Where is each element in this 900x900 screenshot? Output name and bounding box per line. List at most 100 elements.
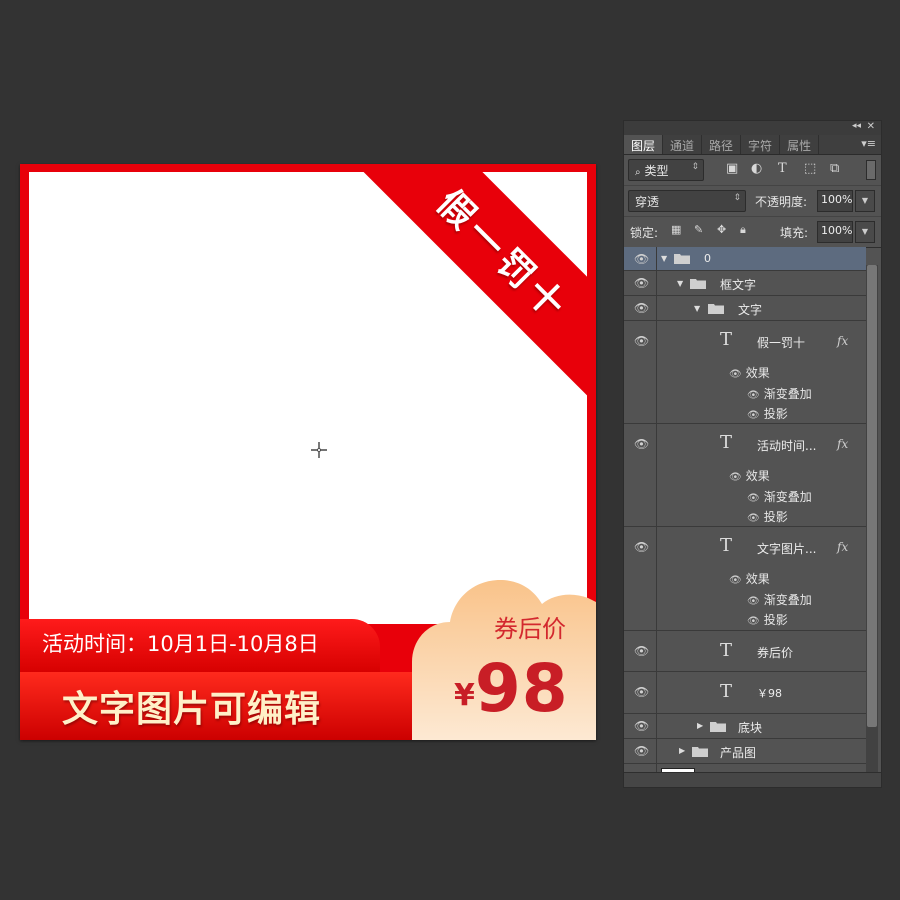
effect-name: 渐变叠加 bbox=[763, 490, 812, 504]
type-filter-icon[interactable]: T bbox=[778, 161, 787, 176]
layer-row-group-product[interactable]: 👁︎ ▶ 产品图 bbox=[624, 739, 866, 764]
corner-ribbon: 假一罚十 bbox=[355, 172, 587, 404]
layer-name: 假一罚十 bbox=[757, 336, 806, 350]
expand-triangle-icon[interactable]: ▼ bbox=[661, 254, 667, 263]
effect-gradient-overlay[interactable]: 👁︎ 渐变叠加 bbox=[747, 488, 812, 505]
shape-filter-icon[interactable]: ⬚ bbox=[804, 161, 816, 176]
layer-row-text-coupon[interactable]: 👁︎ T 券后价 bbox=[624, 631, 866, 672]
effects-row[interactable]: 👁︎ 效果 bbox=[729, 570, 770, 587]
visibility-eye-icon[interactable]: 👁︎ bbox=[634, 540, 649, 554]
lock-transparency-icon[interactable]: ▦ bbox=[671, 223, 681, 236]
folder-icon bbox=[690, 279, 706, 289]
panel-tabs: 图层 通道 路径 字符 属性 ▾≡ bbox=[624, 135, 881, 155]
layer-row-group-0[interactable]: 👁︎ ▼ 0 bbox=[624, 247, 866, 271]
visibility-eye-icon[interactable]: 👁︎ bbox=[634, 276, 649, 290]
effect-eye-icon[interactable]: 👁︎ bbox=[747, 493, 760, 504]
fx-icon[interactable]: fx bbox=[837, 437, 848, 451]
layer-row-text-price[interactable]: 👁︎ T ￥98 bbox=[624, 672, 866, 714]
visibility-eye-icon[interactable]: 👁︎ bbox=[634, 437, 649, 451]
tab-character[interactable]: 字符 bbox=[741, 135, 781, 154]
currency-symbol: ¥ bbox=[454, 678, 475, 713]
fx-icon[interactable]: fx bbox=[837, 334, 848, 348]
close-icon[interactable]: ✕ bbox=[867, 121, 875, 132]
tab-properties[interactable]: 属性 bbox=[780, 135, 820, 154]
tab-channels[interactable]: 通道 bbox=[663, 135, 703, 154]
price: ¥98 bbox=[454, 650, 569, 727]
visibility-eye-icon[interactable]: 👁︎ bbox=[634, 744, 649, 758]
visibility-eye-icon[interactable]: 👁︎ bbox=[634, 334, 649, 348]
expand-triangle-icon[interactable]: ▼ bbox=[677, 279, 683, 288]
effect-drop-shadow[interactable]: 👁︎ 投影 bbox=[747, 405, 788, 422]
layer-row-text-editable[interactable]: 👁︎ T 文字图片... fx 👁︎ 效果 👁︎ 渐变叠加 👁︎ 投影 bbox=[624, 527, 866, 631]
effect-eye-icon[interactable]: 👁︎ bbox=[729, 369, 742, 380]
smart-object-filter-icon[interactable]: ⧉ bbox=[830, 161, 839, 176]
lock-label: 锁定: bbox=[630, 226, 659, 240]
visibility-eye-icon[interactable]: 👁︎ bbox=[634, 252, 649, 266]
effect-name: 渐变叠加 bbox=[763, 387, 812, 401]
collapsed-triangle-icon[interactable]: ▶ bbox=[679, 746, 685, 755]
effects-row[interactable]: 👁︎ 效果 bbox=[729, 364, 770, 381]
scrollbar-thumb[interactable] bbox=[867, 265, 877, 727]
opacity-dropdown-arrow-icon[interactable]: ▼ bbox=[855, 190, 875, 212]
effect-eye-icon[interactable]: 👁︎ bbox=[747, 513, 760, 524]
visibility-eye-icon[interactable]: 👁︎ bbox=[634, 301, 649, 315]
layers-scrollbar[interactable] bbox=[866, 265, 878, 775]
layer-row-group-text[interactable]: 👁︎ ▼ 文字 bbox=[624, 296, 866, 321]
filter-row: ⌕ 类型 ⇕ ▣ ◐ T ⬚ ⧉ bbox=[624, 155, 881, 186]
opacity-field[interactable]: 100% bbox=[817, 190, 853, 212]
adjustment-filter-icon[interactable]: ◐ bbox=[751, 161, 762, 176]
filter-toggle-switch[interactable] bbox=[866, 160, 876, 180]
effect-name: 投影 bbox=[763, 407, 788, 421]
fill-field[interactable]: 100% bbox=[817, 221, 853, 243]
layer-row-group-frame-text[interactable]: 👁︎ ▼ 框文字 bbox=[624, 271, 866, 296]
folder-icon bbox=[710, 722, 726, 732]
effects-row[interactable]: 👁︎ 效果 bbox=[729, 467, 770, 484]
lock-image-icon[interactable]: ✎ bbox=[694, 223, 703, 236]
lock-position-icon[interactable]: ✥ bbox=[717, 223, 726, 236]
effect-eye-icon[interactable]: 👁︎ bbox=[747, 390, 760, 401]
coupon-price-label: 券后价 bbox=[494, 615, 566, 643]
blend-mode-value: 穿透 bbox=[635, 195, 660, 209]
effect-name: 渐变叠加 bbox=[763, 593, 812, 607]
tab-layers[interactable]: 图层 bbox=[624, 135, 664, 154]
panel-menu-icon[interactable]: ▾≡ bbox=[861, 137, 876, 150]
effect-gradient-overlay[interactable]: 👁︎ 渐变叠加 bbox=[747, 591, 812, 608]
collapsed-triangle-icon[interactable]: ▶ bbox=[697, 721, 703, 730]
visibility-eye-icon[interactable]: 👁︎ bbox=[634, 719, 649, 733]
white-image-area: 假一罚十 bbox=[29, 172, 587, 624]
image-filter-icon[interactable]: ▣ bbox=[726, 161, 738, 176]
effect-eye-icon[interactable]: 👁︎ bbox=[729, 575, 742, 586]
visibility-eye-icon[interactable]: 👁︎ bbox=[634, 685, 649, 699]
layer-row-text-activity-time[interactable]: 👁︎ T 活动时间... fx 👁︎ 效果 👁︎ 渐变叠加 👁︎ 投影 bbox=[624, 424, 866, 527]
layer-name: ￥98 bbox=[757, 687, 782, 700]
layer-row-group-base[interactable]: 👁︎ ▶ 底块 bbox=[624, 714, 866, 739]
layer-name: 产品图 bbox=[720, 746, 757, 760]
filter-type-label: 类型 bbox=[644, 164, 669, 178]
collapse-icon[interactable]: ◂◂ bbox=[852, 121, 861, 131]
visibility-eye-icon[interactable]: 👁︎ bbox=[634, 644, 649, 658]
effect-gradient-overlay[interactable]: 👁︎ 渐变叠加 bbox=[747, 385, 812, 402]
filter-type-dropdown[interactable]: ⌕ 类型 ⇕ bbox=[628, 159, 704, 181]
fx-icon[interactable]: fx bbox=[837, 540, 848, 554]
layer-name: 活动时间... bbox=[757, 439, 817, 453]
dropdown-arrow-icon: ⇕ bbox=[691, 162, 699, 172]
layer-name: 底块 bbox=[738, 721, 763, 735]
effect-eye-icon[interactable]: 👁︎ bbox=[747, 616, 760, 627]
effect-eye-icon[interactable]: 👁︎ bbox=[747, 596, 760, 607]
dropdown-arrow-icon: ⇕ bbox=[733, 193, 741, 203]
folder-icon bbox=[692, 747, 708, 757]
layer-name: 文字图片... bbox=[757, 542, 817, 556]
effect-drop-shadow[interactable]: 👁︎ 投影 bbox=[747, 611, 788, 628]
effect-eye-icon[interactable]: 👁︎ bbox=[729, 472, 742, 483]
blend-mode-dropdown[interactable]: 穿透 ⇕ bbox=[628, 190, 746, 212]
fill-dropdown-arrow-icon[interactable]: ▼ bbox=[855, 221, 875, 243]
expand-triangle-icon[interactable]: ▼ bbox=[694, 304, 700, 313]
opacity-label: 不透明度: bbox=[755, 195, 808, 209]
panel-footer-toolbar bbox=[624, 772, 881, 787]
effect-eye-icon[interactable]: 👁︎ bbox=[747, 410, 760, 421]
tab-paths[interactable]: 路径 bbox=[702, 135, 742, 154]
layer-row-text-fake-penalty[interactable]: 👁︎ T 假一罚十 fx 👁︎ 效果 👁︎ 渐变叠加 👁︎ 投影 bbox=[624, 321, 866, 424]
activity-date-text: 活动时间：10月1日-10月8日 bbox=[42, 632, 319, 656]
effect-drop-shadow[interactable]: 👁︎ 投影 bbox=[747, 508, 788, 525]
lock-all-icon[interactable]: 🔒︎ bbox=[740, 223, 746, 237]
